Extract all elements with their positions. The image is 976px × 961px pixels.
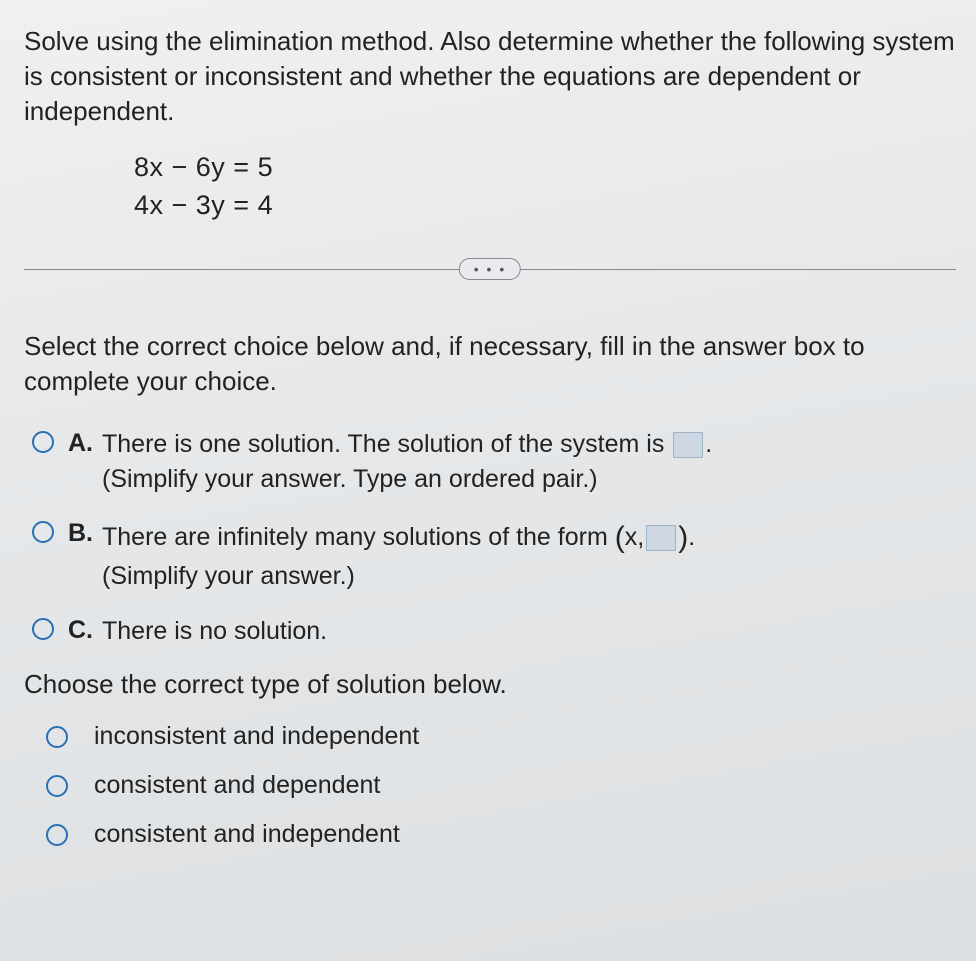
choice-b-text-before: There are infinitely many solutions of t…: [102, 523, 615, 551]
question-page: Solve using the elimination method. Also…: [0, 0, 976, 961]
choice-a-row: A. There is one solution. The solution o…: [32, 427, 956, 497]
type-list: inconsistent and independent consistent …: [24, 722, 956, 849]
type-1-text: inconsistent and independent: [94, 722, 419, 751]
choice-a-text-after: .: [705, 430, 712, 458]
more-dots-button[interactable]: • • •: [459, 258, 521, 280]
radio-type-3[interactable]: [46, 824, 68, 846]
choice-c-row: C. There is no solution.: [32, 614, 956, 649]
equation-1: 8x − 6y = 5: [134, 149, 956, 187]
radio-type-1[interactable]: [46, 726, 68, 748]
equation-block: 8x − 6y = 5 4x − 3y = 4: [134, 149, 956, 225]
paren-close: ): [678, 521, 688, 554]
section-divider: • • •: [24, 259, 956, 279]
type-row-1: inconsistent and independent: [46, 722, 956, 751]
paren-open: (: [615, 521, 625, 554]
choice-c-text: There is no solution.: [102, 614, 956, 649]
choice-a-hint: (Simplify your answer. Type an ordered p…: [102, 462, 956, 497]
equation-2: 4x − 3y = 4: [134, 187, 956, 225]
type-prompt: Choose the correct type of solution belo…: [24, 669, 956, 700]
choice-list: A. There is one solution. The solution o…: [32, 427, 956, 649]
choice-b-text-after: .: [688, 523, 695, 551]
type-row-3: consistent and independent: [46, 820, 956, 849]
choice-b-letter: B.: [68, 519, 102, 548]
answer-box-a[interactable]: [673, 432, 703, 458]
type-row-2: consistent and dependent: [46, 771, 956, 800]
question-prompt: Solve using the elimination method. Also…: [24, 24, 956, 129]
choice-b-body: There are infinitely many solutions of t…: [102, 517, 956, 594]
choice-instructions: Select the correct choice below and, if …: [24, 329, 956, 399]
choice-b-row: B. There are infinitely many solutions o…: [32, 517, 956, 594]
choice-b-hint: (Simplify your answer.): [102, 559, 956, 594]
choice-c-letter: C.: [68, 616, 102, 645]
radio-choice-b[interactable]: [32, 521, 54, 543]
radio-choice-c[interactable]: [32, 618, 54, 640]
type-2-text: consistent and dependent: [94, 771, 380, 800]
type-3-text: consistent and independent: [94, 820, 400, 849]
choice-a-letter: A.: [68, 429, 102, 458]
choice-a-text-before: There is one solution. The solution of t…: [102, 430, 671, 458]
answer-box-b[interactable]: [646, 525, 676, 551]
choice-a-body: There is one solution. The solution of t…: [102, 427, 956, 497]
choice-b-inner-prefix: x,: [625, 523, 644, 551]
radio-type-2[interactable]: [46, 775, 68, 797]
radio-choice-a[interactable]: [32, 431, 54, 453]
